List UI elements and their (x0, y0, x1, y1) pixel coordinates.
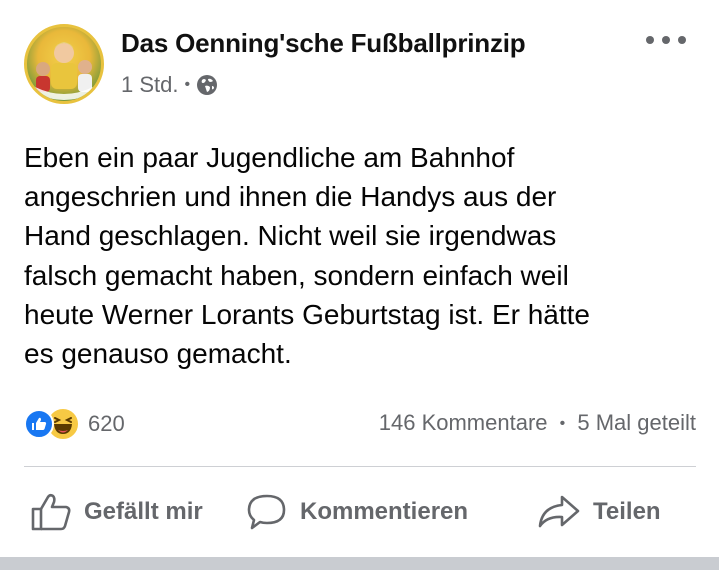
post-text-line: falsch gemacht haben, sondern einfach we… (24, 259, 569, 291)
post-time[interactable]: 1 Std. (121, 72, 178, 98)
share-button[interactable]: Teilen (537, 492, 661, 532)
post-text-line: es genauso gemacht. (24, 338, 292, 370)
avatar-image (35, 42, 93, 100)
post-meta: 1 Std. • (121, 72, 218, 98)
page-name[interactable]: Das Oenning'sche Fußballprinzip (121, 28, 526, 59)
reaction-count: 620 (88, 411, 125, 436)
post-text-line: heute Werner Lorants Geburtstag ist. Er … (24, 298, 591, 330)
meta-separator: • (184, 76, 191, 93)
engagement-stats: 146 Kommentare • 5 Mal geteilt (379, 410, 696, 436)
comment-label: Kommentieren (300, 498, 469, 525)
like-reaction-icon (24, 409, 54, 439)
feed-separator (0, 557, 719, 570)
comment-icon (247, 494, 286, 530)
comment-button[interactable]: Kommentieren (246, 492, 468, 532)
like-label: Gefällt mir (84, 498, 203, 525)
post-text-line: Eben ein paar Jugendliche am Bahnhof (24, 142, 515, 173)
post-text-line: angeschrien und ihnen die Handys aus der (24, 181, 557, 213)
divider (24, 466, 696, 467)
post-text-line: Hand geschlagen. Nicht weil sie irgendwa… (24, 220, 557, 252)
page-avatar[interactable] (24, 24, 104, 104)
reactions-summary[interactable]: 620 (24, 407, 125, 441)
stats-separator: • (559, 415, 566, 433)
like-button[interactable]: Gefällt mir (30, 492, 203, 532)
shares-count-link[interactable]: 5 Mal geteilt (577, 410, 696, 435)
more-options-icon[interactable] (646, 28, 686, 52)
like-icon (31, 493, 71, 531)
post-text: Eben ein paar Jugendliche am Bahnhof ang… (24, 138, 704, 373)
share-label: Teilen (593, 498, 661, 525)
comments-count-link[interactable]: 146 Kommentare (379, 410, 548, 435)
share-icon (538, 495, 580, 528)
globe-icon[interactable] (196, 74, 218, 96)
